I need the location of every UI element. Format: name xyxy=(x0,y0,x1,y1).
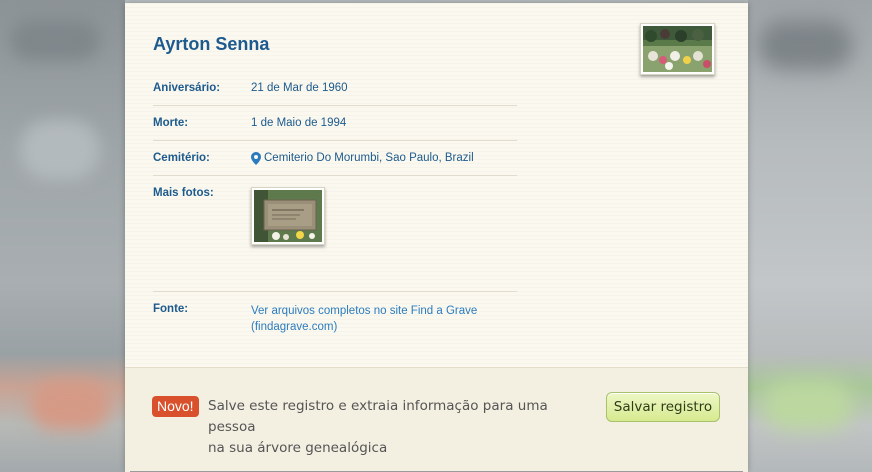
more-photos-row: Mais fotos: xyxy=(153,176,517,292)
cemetery-label: Cemitério: xyxy=(153,152,210,164)
grave-flowers-photo xyxy=(643,26,712,72)
grave-photo-thumbnail[interactable] xyxy=(251,187,325,245)
record-modal: Ayrton Senna Aniversário: 21 de Mar de 1… xyxy=(125,3,748,472)
record-details: Aniversário: 21 de Mar de 1960 Morte: 1 … xyxy=(153,71,517,335)
birth-label: Aniversário: xyxy=(153,82,221,94)
source-label: Fonte: xyxy=(153,303,189,315)
map-pin-icon xyxy=(251,151,261,165)
birth-value: 21 de Mar de 1960 xyxy=(251,82,348,94)
death-row: Morte: 1 de Maio de 1994 xyxy=(153,106,517,141)
backdrop-right xyxy=(748,0,872,472)
record-title: Ayrton Senna xyxy=(153,34,270,54)
save-record-description: Salve este registro e extraia informação… xyxy=(208,396,588,459)
birth-row: Aniversário: 21 de Mar de 1960 xyxy=(153,71,517,106)
findagrave-link-line1: Ver arquivos completos no site Find a Gr… xyxy=(251,305,478,317)
findagrave-link[interactable]: Ver arquivos completos no site Find a Gr… xyxy=(251,303,477,335)
cemetery-value: Cemiterio Do Morumbi, Sao Paulo, Brazil xyxy=(251,151,474,165)
findagrave-link-line2: (findagrave.com) xyxy=(251,321,338,333)
backdrop-left xyxy=(0,0,125,472)
more-photos-label: Mais fotos: xyxy=(153,187,214,199)
grave-plaque-photo xyxy=(254,190,322,242)
description-line2: na sua árvore genealógica xyxy=(208,440,388,456)
death-value: 1 de Maio de 1994 xyxy=(251,117,347,129)
save-record-button[interactable]: Salvar registro xyxy=(606,392,720,422)
cemetery-row: Cemitério: Cemiterio Do Morumbi, Sao Pau… xyxy=(153,141,517,176)
source-row: Fonte: Ver arquivos completos no site Fi… xyxy=(153,292,517,335)
save-record-footer: Novo! Salve este registro e extraia info… xyxy=(125,367,748,472)
cemetery-text: Cemiterio Do Morumbi, Sao Paulo, Brazil xyxy=(264,152,474,164)
main-photo-thumbnail[interactable] xyxy=(640,23,715,75)
new-badge: Novo! xyxy=(152,396,199,417)
description-line1: Salve este registro e extraia informação… xyxy=(208,398,548,435)
death-label: Morte: xyxy=(153,117,189,129)
